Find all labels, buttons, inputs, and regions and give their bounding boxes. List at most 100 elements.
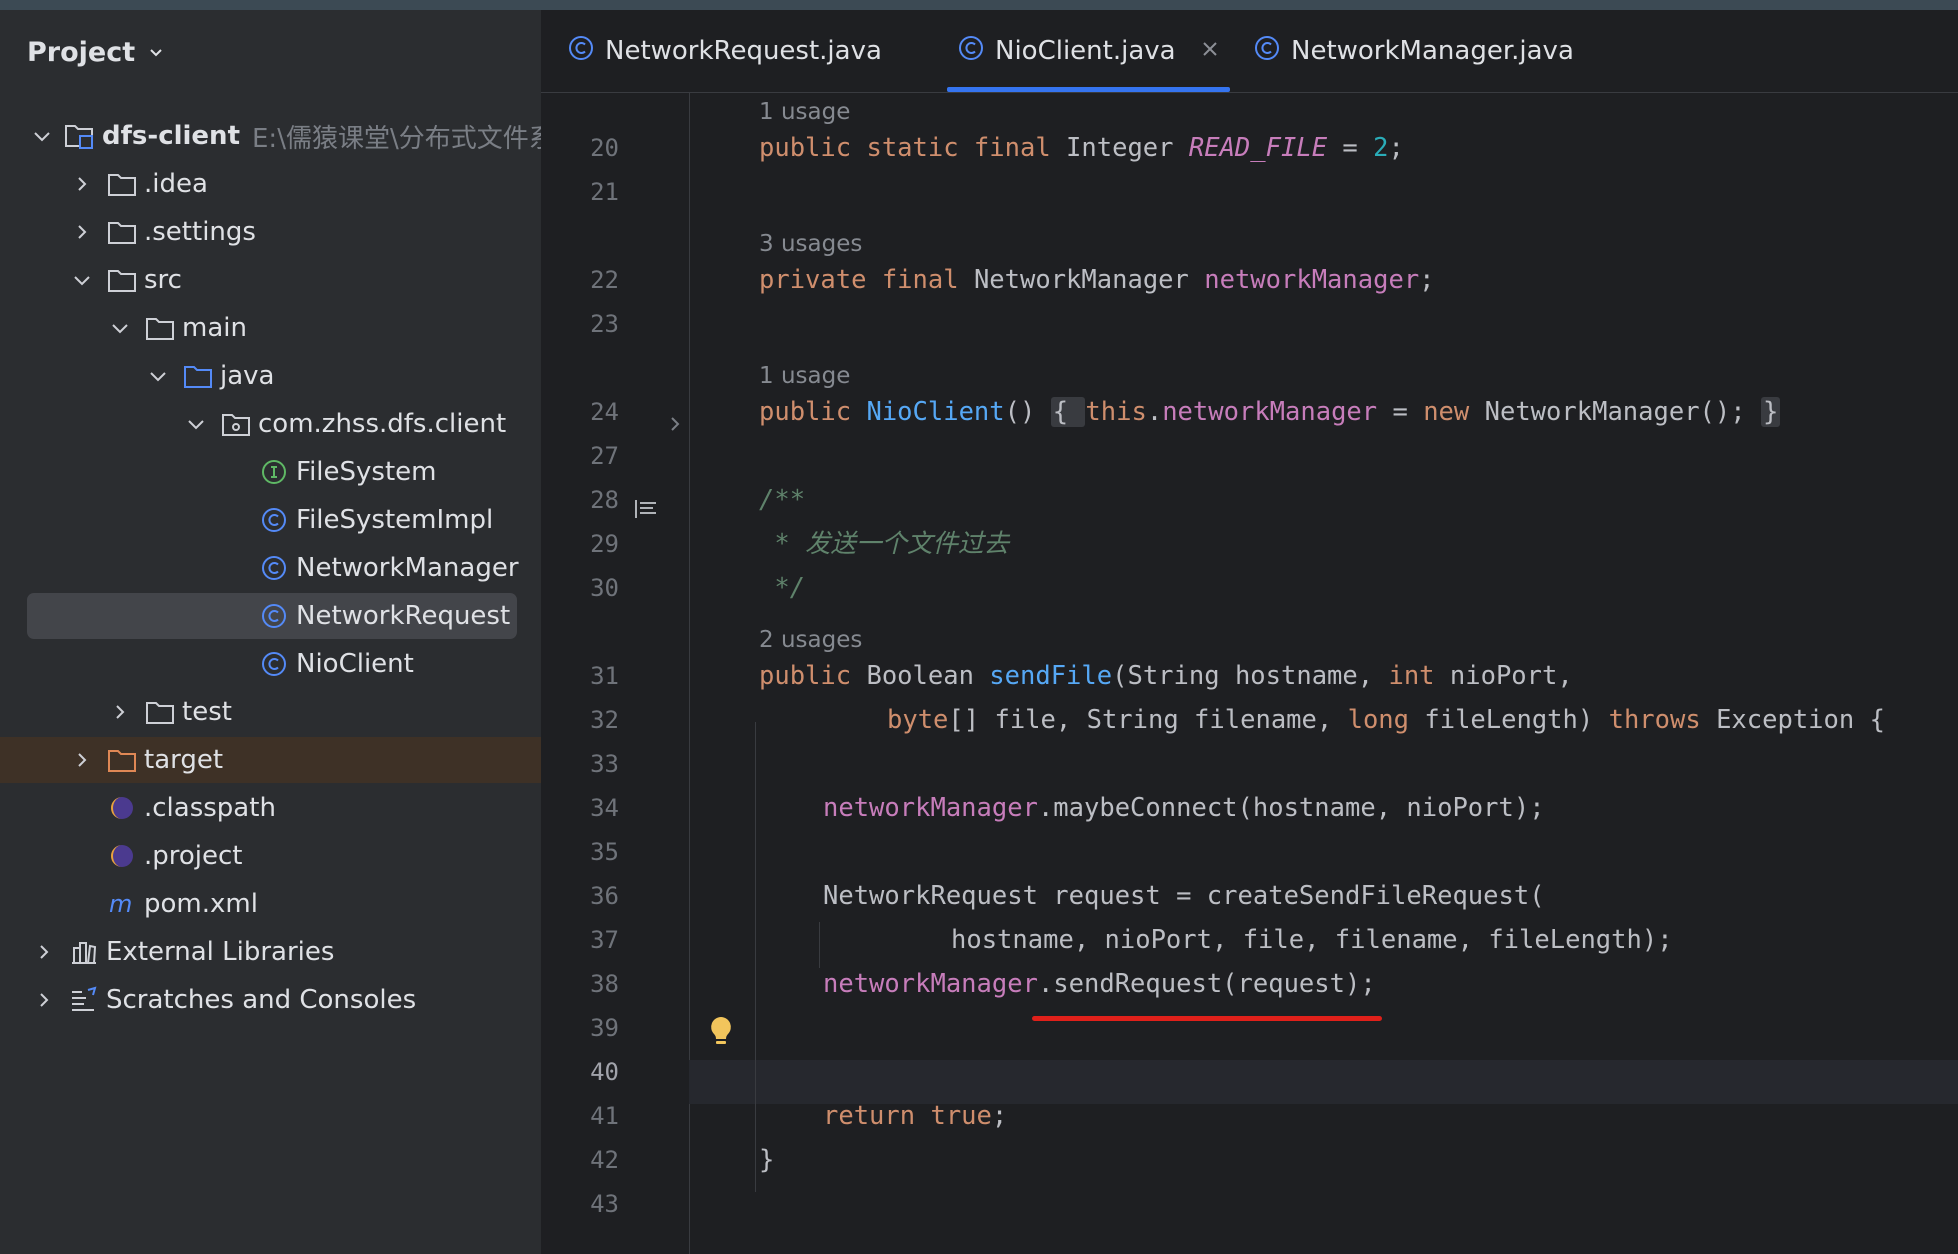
line-number: 36: [590, 882, 619, 910]
project-title: Project: [27, 36, 136, 68]
tree-item-pom-xml[interactable]: m pom.xml: [0, 881, 541, 927]
tree-item-networkrequest[interactable]: NetworkRequest: [27, 593, 517, 639]
project-view-selector[interactable]: Project: [27, 32, 165, 72]
tree-item-networkmanager[interactable]: NetworkManager: [0, 545, 541, 591]
code-token: public: [759, 397, 867, 427]
arrow-spacer: [70, 844, 94, 868]
code-token: Boolean: [866, 661, 990, 691]
tree-item-scratches-and-consoles[interactable]: Scratches and Consoles: [0, 977, 541, 1023]
line-number: 42: [590, 1146, 619, 1174]
close-tab-icon[interactable]: [1200, 36, 1220, 66]
class-icon: [258, 648, 290, 680]
indent-guide: [819, 922, 820, 968]
code-line-32[interactable]: byte[] file, String filename, long fileL…: [887, 698, 1885, 742]
code-token: =: [1377, 397, 1424, 427]
chevron-down-icon[interactable]: [184, 412, 208, 436]
tab-label: NioClient.java: [995, 36, 1176, 66]
tree-item-label: test: [182, 697, 232, 727]
code-token: NetworkManager();: [1484, 397, 1761, 427]
code-line-36[interactable]: NetworkRequest request = createSendFileR…: [823, 874, 1545, 918]
chevron-down-icon[interactable]: [108, 316, 132, 340]
tree-item-filesystem[interactable]: FileSystem: [0, 449, 541, 495]
chevron-right-icon[interactable]: [70, 220, 94, 244]
code-line-31[interactable]: public Boolean sendFile(String hostname,…: [759, 654, 1573, 698]
tree-item-filesystemimpl[interactable]: FileSystemImpl: [0, 497, 541, 543]
fold-expand-icon[interactable]: [667, 414, 683, 438]
code-line-34[interactable]: networkManager.maybeConnect(hostname, ni…: [823, 786, 1545, 830]
line-number: 43: [590, 1190, 619, 1218]
code-token: Exception {: [1716, 705, 1885, 735]
code-token: * 发送一个文件过去: [759, 529, 1010, 559]
code-line-30[interactable]: */: [759, 566, 805, 610]
code-token: .maybeConnect(hostname, nioPort);: [1037, 793, 1545, 823]
tree-item-idea[interactable]: .idea: [0, 161, 541, 207]
code-token: hostname, nioPort, file, filename, fileL…: [951, 925, 1673, 955]
tree-item-label: .settings: [144, 217, 256, 247]
code-line-42[interactable]: }: [759, 1138, 774, 1182]
chevron-right-icon[interactable]: [108, 700, 132, 724]
tree-item-project[interactable]: .project: [0, 833, 541, 879]
lightbulb-icon[interactable]: [708, 1014, 734, 1052]
arrow-spacer: [222, 652, 246, 676]
svg-text:m: m: [109, 891, 132, 917]
chevron-down-icon[interactable]: [32, 124, 52, 148]
arrow-spacer: [70, 796, 94, 820]
chevron-right-icon[interactable]: [70, 748, 94, 772]
folder-icon: [106, 216, 138, 248]
code-line-24[interactable]: public NioClient() { this.networkManager…: [759, 390, 1781, 434]
tree-item-nioclient[interactable]: NioClient: [0, 641, 541, 687]
code-token: public: [759, 661, 867, 691]
tab-networkrequest[interactable]: NetworkRequest.java: [567, 10, 882, 92]
tree-item-target[interactable]: target: [0, 737, 541, 783]
arrow-spacer: [222, 604, 246, 628]
code-line-20[interactable]: public static final Integer READ_FILE = …: [759, 126, 1404, 170]
code-token: networkManager: [823, 793, 1038, 823]
code-token: /**: [759, 485, 806, 515]
line-number: 34: [590, 794, 619, 822]
tree-item-label: java: [220, 361, 275, 391]
code-line-38[interactable]: networkManager.sendRequest(request);: [823, 962, 1376, 1006]
folder-icon: [106, 264, 138, 296]
chevron-down-icon[interactable]: [146, 364, 170, 388]
tree-item-main[interactable]: main: [0, 305, 541, 351]
chevron-down-icon[interactable]: [70, 268, 94, 292]
line-number: 24: [590, 398, 619, 426]
code-token: int: [1388, 661, 1450, 691]
tree-item-com-zhss-dfs-client[interactable]: com.zhss.dfs.client: [0, 401, 541, 447]
code-token: byte: [887, 705, 949, 735]
folder-icon: [144, 696, 176, 728]
tree-item-classpath[interactable]: .classpath: [0, 785, 541, 831]
folder-icon: [106, 168, 138, 200]
code-line-29[interactable]: * 发送一个文件过去: [759, 522, 1009, 566]
code-token: networkManager: [1204, 265, 1420, 295]
library-icon: [68, 936, 100, 968]
line-number: 31: [590, 662, 619, 690]
eclipse-icon: [106, 840, 138, 872]
line-number: 23: [590, 310, 619, 338]
render-doc-icon[interactable]: [633, 498, 659, 524]
tab-nioclient[interactable]: NioClient.java: [947, 10, 1230, 92]
line-number: 33: [590, 750, 619, 778]
tab-networkmanager[interactable]: NetworkManager.java: [1253, 10, 1574, 92]
tree-item-dfs-client[interactable]: dfs-client E:\儒猿课堂\分布式文件系: [0, 113, 541, 159]
chevron-right-icon[interactable]: [70, 172, 94, 196]
code-token: ;: [991, 1101, 1008, 1131]
line-number: 28: [590, 486, 619, 514]
code-line-22[interactable]: private final NetworkManager networkMana…: [759, 258, 1435, 302]
tree-item-test[interactable]: test: [0, 689, 541, 735]
tree-item-label: .idea: [144, 169, 208, 199]
tree-item-label: .project: [144, 841, 243, 871]
code-line-28[interactable]: /**: [759, 478, 805, 522]
code-token: nioPort,: [1449, 661, 1573, 691]
chevron-down-icon: [147, 37, 165, 68]
tree-item-external-libraries[interactable]: External Libraries: [0, 929, 541, 975]
arrow-spacer: [222, 460, 246, 484]
code-token: (String hostname,: [1112, 661, 1389, 691]
chevron-right-icon[interactable]: [32, 940, 56, 964]
code-line-37[interactable]: hostname, nioPort, file, filename, fileL…: [951, 918, 1673, 962]
tree-item-src[interactable]: src: [0, 257, 541, 303]
tree-item-settings[interactable]: .settings: [0, 209, 541, 255]
code-line-41[interactable]: return true;: [823, 1094, 1007, 1138]
chevron-right-icon[interactable]: [32, 988, 56, 1012]
tree-item-java[interactable]: java: [0, 353, 541, 399]
